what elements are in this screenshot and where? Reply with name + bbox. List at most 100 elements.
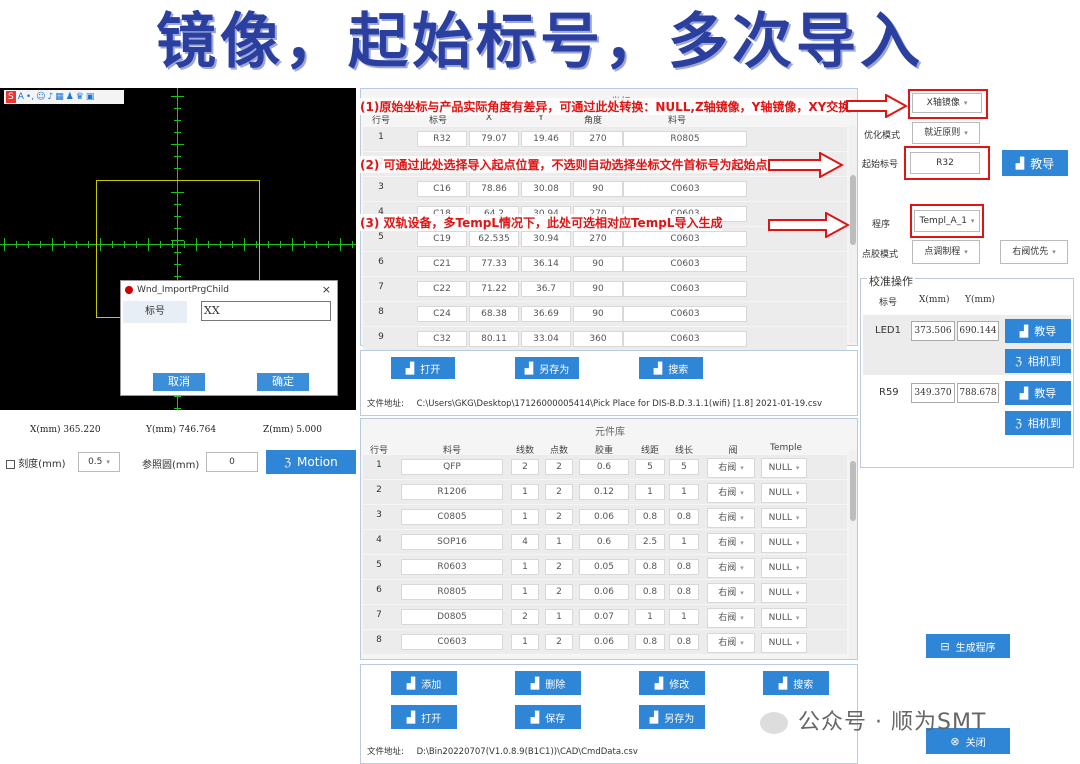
library-cell[interactable]: 0.8 xyxy=(669,509,699,525)
cad-cell[interactable]: C19 xyxy=(417,231,467,247)
library-select[interactable]: NULL ▾ xyxy=(761,533,807,553)
scrollbar-thumb[interactable] xyxy=(850,175,856,245)
calib-y-1[interactable]: 690.144 xyxy=(957,321,999,341)
cad-cell[interactable]: R32 xyxy=(417,131,467,147)
cad-cell[interactable]: 30.94 xyxy=(521,231,571,247)
library-cell[interactable]: 0.06 xyxy=(579,634,629,650)
library-cell[interactable]: 0.05 xyxy=(579,559,629,575)
reference-input[interactable]: 0 xyxy=(206,452,258,472)
library-cell[interactable]: 0.6 xyxy=(579,459,629,475)
library-cell[interactable]: 1 xyxy=(545,534,573,550)
close-icon[interactable]: × xyxy=(322,281,331,299)
library-cell[interactable]: 0.8 xyxy=(669,634,699,650)
library-cell[interactable]: 1 xyxy=(511,634,539,650)
library-select[interactable]: 右阀 ▾ xyxy=(707,458,755,478)
toolbar-icon[interactable]: •, xyxy=(26,91,34,103)
library-cell[interactable]: 2.5 xyxy=(635,534,665,550)
scrollbar-thumb[interactable] xyxy=(850,461,856,521)
toolbar-icon[interactable]: ♟ xyxy=(66,91,74,103)
optimize-select[interactable]: 就近原则 ▾ xyxy=(912,122,980,144)
toolbar-icon[interactable]: ▦ xyxy=(55,91,64,103)
library-select[interactable]: 右阀 ▾ xyxy=(707,483,755,503)
library-cell[interactable]: 0.8 xyxy=(635,584,665,600)
cad-cell[interactable]: R0805 xyxy=(623,131,747,147)
cad-cell[interactable]: C0603 xyxy=(623,256,747,272)
library-cell[interactable]: 1 xyxy=(669,534,699,550)
cad-cell[interactable]: 33.04 xyxy=(521,331,571,347)
library-select[interactable]: NULL ▾ xyxy=(761,608,807,628)
program-select[interactable]: Templ_A_1 ▾ xyxy=(914,210,980,232)
library-action-button[interactable]: ▟ 保存 xyxy=(515,705,581,729)
cad-action-button[interactable]: ▟ 另存为 xyxy=(515,357,579,379)
library-cell[interactable]: 0.8 xyxy=(635,509,665,525)
cad-cell[interactable]: 90 xyxy=(573,306,623,322)
toolbar-icon[interactable]: ☺ xyxy=(36,91,45,103)
cad-cell[interactable]: 68.38 xyxy=(469,306,519,322)
library-cell[interactable]: C0805 xyxy=(401,509,503,525)
library-cell[interactable]: 1 xyxy=(669,484,699,500)
camera-move-button-2[interactable]: ℨ 相机到 xyxy=(1005,411,1071,435)
cad-cell[interactable]: C24 xyxy=(417,306,467,322)
cad-cell[interactable]: C32 xyxy=(417,331,467,347)
library-scrollbar[interactable] xyxy=(849,451,857,659)
library-cell[interactable]: SOP16 xyxy=(401,534,503,550)
cad-action-button[interactable]: ▟ 搜索 xyxy=(639,357,703,379)
cad-cell[interactable]: 90 xyxy=(573,256,623,272)
library-cell[interactable]: 5 xyxy=(635,459,665,475)
cad-cell[interactable]: 36.69 xyxy=(521,306,571,322)
library-select[interactable]: NULL ▾ xyxy=(761,483,807,503)
cancel-button[interactable]: 取消 xyxy=(153,373,205,391)
viewport-toolbar[interactable]: S A •, ☺ ♪ ▦ ♟ ♛ ▣ xyxy=(4,90,124,104)
library-cell[interactable]: 2 xyxy=(545,484,573,500)
library-cell[interactable]: 0.8 xyxy=(635,559,665,575)
generate-program-button[interactable]: ⊟ 生成程序 xyxy=(926,634,1010,658)
library-select[interactable]: 右阀 ▾ xyxy=(707,633,755,653)
library-cell[interactable]: 1 xyxy=(511,559,539,575)
camera-move-button-1[interactable]: ℨ 相机到 xyxy=(1005,349,1071,373)
scale-checkbox[interactable]: 刻度(mm) xyxy=(6,455,65,470)
library-cell[interactable]: 0.06 xyxy=(579,584,629,600)
library-cell[interactable]: 1 xyxy=(511,584,539,600)
cad-scrollbar[interactable] xyxy=(849,125,857,343)
dispense-select[interactable]: 点调制程 ▾ xyxy=(912,240,980,264)
cad-cell[interactable]: 80.11 xyxy=(469,331,519,347)
cad-cell[interactable]: 270 xyxy=(573,131,623,147)
checkbox-box[interactable] xyxy=(6,459,15,469)
label-input[interactable]: XX xyxy=(201,301,331,321)
library-select[interactable]: 右阀 ▾ xyxy=(707,533,755,553)
library-cell[interactable]: 2 xyxy=(545,634,573,650)
calib-teach-button-2[interactable]: ▟ 教导 xyxy=(1005,381,1071,405)
cad-cell[interactable]: 71.22 xyxy=(469,281,519,297)
toolbar-icon[interactable]: A xyxy=(18,91,24,103)
library-action-button[interactable]: ▟ 删除 xyxy=(515,671,581,695)
motion-button[interactable]: ℨ Motion xyxy=(266,450,356,474)
library-select[interactable]: 右阀 ▾ xyxy=(707,583,755,603)
library-cell[interactable]: 0.06 xyxy=(579,509,629,525)
cad-cell[interactable]: 79.07 xyxy=(469,131,519,147)
calib-y-2[interactable]: 788.678 xyxy=(957,383,999,403)
valve-select[interactable]: 右阀优先 ▾ xyxy=(1000,240,1068,264)
toolbar-icon[interactable]: ♛ xyxy=(76,91,84,103)
library-cell[interactable]: 0.8 xyxy=(635,634,665,650)
library-select[interactable]: NULL ▾ xyxy=(761,583,807,603)
library-cell[interactable]: 2 xyxy=(511,459,539,475)
library-cell[interactable]: QFP xyxy=(401,459,503,475)
cad-cell[interactable]: 78.86 xyxy=(469,181,519,197)
cad-cell[interactable]: C0603 xyxy=(623,281,747,297)
library-cell[interactable]: 0.8 xyxy=(669,584,699,600)
cad-cell[interactable]: 62.535 xyxy=(469,231,519,247)
library-cell[interactable]: 2 xyxy=(545,584,573,600)
library-action-button[interactable]: ▟ 打开 xyxy=(391,705,457,729)
library-cell[interactable]: 0.8 xyxy=(669,559,699,575)
library-action-button[interactable]: ▟ 另存为 xyxy=(639,705,705,729)
library-cell[interactable]: 5 xyxy=(669,459,699,475)
cad-cell[interactable]: C16 xyxy=(417,181,467,197)
cad-cell[interactable]: C22 xyxy=(417,281,467,297)
toolbar-icon[interactable]: ▣ xyxy=(86,91,95,103)
library-cell[interactable]: R1206 xyxy=(401,484,503,500)
library-cell[interactable]: 0.12 xyxy=(579,484,629,500)
library-cell[interactable]: C0603 xyxy=(401,634,503,650)
library-select[interactable]: NULL ▾ xyxy=(761,558,807,578)
mirror-select[interactable]: X轴镜像 ▾ xyxy=(912,93,982,113)
library-cell[interactable]: 1 xyxy=(669,609,699,625)
